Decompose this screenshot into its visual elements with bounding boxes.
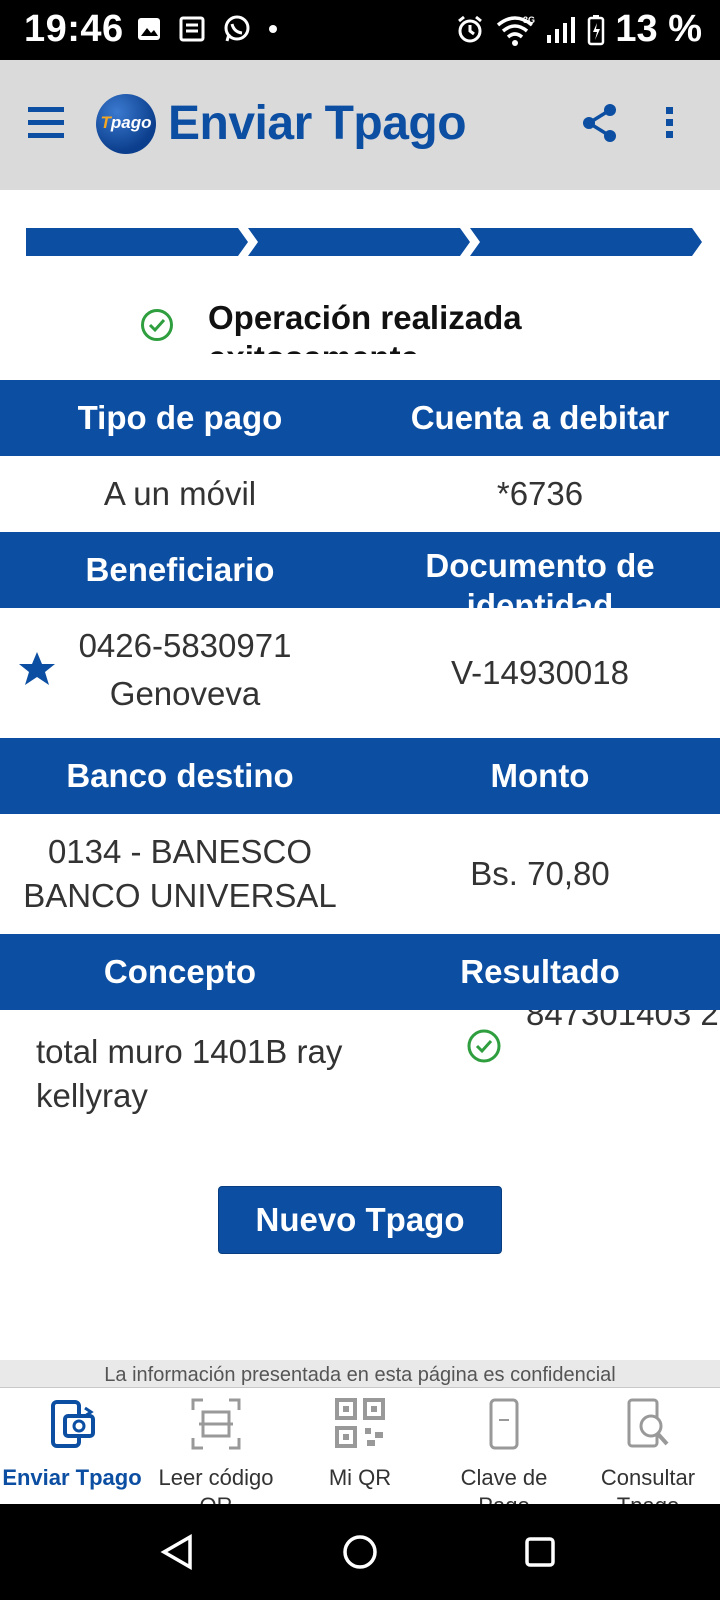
nav-enviar-tpago[interactable]: Enviar Tpago (0, 1388, 144, 1504)
nav-label: Clave de Pago (460, 1465, 548, 1504)
amount-value: Bs. 70,80 (470, 855, 610, 892)
id-document-header: Documento de identidad (425, 547, 655, 608)
value-row: A un móvil *6736 (0, 456, 720, 532)
recents-icon[interactable] (524, 1536, 556, 1568)
nav-clave-de-pago[interactable]: Clave de Pago (432, 1388, 576, 1504)
qr-code-icon (335, 1398, 385, 1448)
scan-qr-icon (191, 1398, 241, 1450)
debit-account-header: Cuenta a debitar (410, 399, 670, 436)
payment-type-value: A un móvil (103, 475, 257, 512)
dest-bank-value: 0134 - BANESCO BANCO UNIVERSAL (23, 833, 337, 914)
page-title: Enviar Tpago (168, 97, 467, 150)
step-2 (248, 228, 470, 256)
status-bar: 19:46 3G 13 % (0, 0, 720, 60)
battery-icon (588, 14, 605, 45)
beneficiary-name: Genoveva (109, 675, 261, 712)
svg-text:3G: 3G (523, 15, 535, 25)
result-reference: 847301403 2 (526, 1010, 719, 1032)
step-1 (26, 228, 248, 256)
app-header: Tpago Enviar Tpago (0, 60, 720, 190)
system-status: 3G 13 % (455, 8, 702, 51)
result-check-icon (467, 1029, 501, 1063)
home-icon[interactable] (342, 1534, 378, 1570)
share-icon[interactable] (582, 103, 618, 143)
status-time: 19:46 (24, 8, 124, 50)
wifi-icon: 3G (497, 15, 535, 46)
nav-label: Leer código QR (158, 1465, 274, 1504)
search-document-icon (627, 1398, 669, 1448)
nav-label: Mi QR (328, 1465, 392, 1490)
logo-text: Tpago (100, 113, 152, 132)
send-payment-icon (51, 1400, 95, 1448)
value-row: total muro 1401B ray kellyray 847301403 … (0, 1010, 720, 1140)
success-text: Operación realizada exitosamente (208, 299, 522, 354)
result-header: Resultado (460, 953, 620, 990)
beneficiary-cell: 0426-5830971 Genoveva (0, 608, 360, 738)
header-row: Banco destino Monto (0, 738, 720, 814)
signal-icon (547, 16, 576, 43)
beneficiary-text: 0426-5830971 Genoveva (50, 622, 320, 718)
payment-type-header: Tipo de pago (77, 399, 283, 436)
value-row: 0134 - BANESCO BANCO UNIVERSAL Bs. 70,80 (0, 814, 720, 934)
debit-account-value: *6736 (496, 475, 584, 512)
system-nav-bar (0, 1504, 720, 1600)
bottom-nav: Enviar Tpago Leer código QR Mi QR Clave … (0, 1388, 720, 1504)
whatsapp-icon (224, 15, 250, 42)
check-circle-icon (141, 309, 173, 341)
header-row: Concepto Resultado (0, 934, 720, 1010)
more-vert-icon[interactable] (660, 105, 680, 141)
success-message: Operación realizada exitosamente (0, 296, 720, 354)
result-cell: 847301403 2 (360, 1010, 720, 1140)
alarm-icon (458, 15, 483, 42)
id-document-value: V-14930018 (450, 654, 629, 691)
battery-percent: 13 % (615, 8, 702, 50)
nav-label: Enviar Tpago (2, 1465, 142, 1490)
new-tpago-button[interactable]: Nuevo Tpago (218, 1186, 502, 1254)
header-row: Beneficiario Documento de identidad (0, 532, 720, 608)
header-row: Tipo de pago Cuenta a debitar (0, 380, 720, 456)
nav-mi-qr[interactable]: Mi QR (288, 1388, 432, 1504)
nav-leer-codigo-qr[interactable]: Leer código QR (144, 1388, 288, 1504)
phone-key-icon (489, 1398, 519, 1450)
beneficiary-header: Beneficiario (85, 551, 275, 588)
dot-icon (269, 25, 277, 33)
step-3 (470, 228, 702, 256)
operation-details: Tipo de pago Cuenta a debitar A un móvil… (0, 380, 720, 1140)
value-row: 0426-5830971 Genoveva V-14930018 (0, 608, 720, 738)
confidential-note: La información presentada en esta página… (0, 1360, 720, 1388)
image-icon (138, 18, 160, 40)
nav-label: Consultar Tpago (600, 1465, 696, 1504)
notification-icons (136, 14, 278, 44)
menu-icon[interactable] (28, 105, 66, 141)
nav-consultar-tpago[interactable]: Consultar Tpago (576, 1388, 720, 1504)
tpago-logo: Tpago (96, 94, 156, 154)
back-icon[interactable] (160, 1534, 194, 1570)
news-icon (179, 16, 205, 42)
beneficiary-phone: 0426-5830971 (78, 627, 292, 664)
progress-steps (26, 228, 702, 256)
amount-header: Monto (490, 757, 590, 794)
dest-bank-header: Banco destino (66, 757, 294, 794)
concept-header: Concepto (103, 953, 257, 990)
concept-value: total muro 1401B ray kellyray (36, 1033, 343, 1114)
